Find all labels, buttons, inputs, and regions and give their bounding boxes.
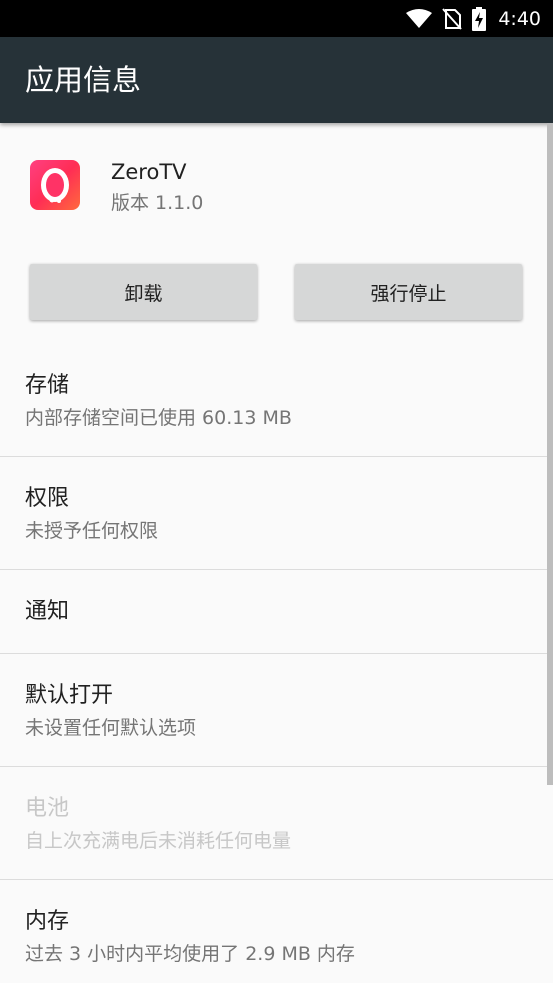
battery-charging-icon — [472, 6, 487, 31]
open-by-default-subtitle: 未设置任何默认选项 — [25, 717, 197, 739]
storage-subtitle: 内部存储空间已使用 60.13 MB — [25, 407, 292, 429]
page-title: 应用信息 — [25, 63, 142, 97]
memory-item[interactable]: 内存 过去 3 小时内平均使用了 2.9 MB 内存 — [0, 880, 553, 983]
app-header: ZeroTV 版本 1.1.0 卸载 强行停止 — [0, 123, 553, 320]
app-bar: 应用信息 — [0, 37, 553, 123]
wifi-icon — [406, 8, 433, 29]
uninstall-button[interactable]: 卸载 — [30, 264, 257, 320]
scrollbar[interactable] — [547, 123, 553, 785]
storage-item[interactable]: 存储 内部存储空间已使用 60.13 MB — [0, 343, 553, 457]
status-icons: 4:40 — [406, 0, 541, 37]
notifications-title: 通知 — [25, 599, 70, 624]
storage-title: 存储 — [25, 373, 70, 398]
notifications-item[interactable]: 通知 — [0, 570, 553, 654]
open-by-default-item[interactable]: 默认打开 未设置任何默认选项 — [0, 654, 553, 767]
app-version: 版本 1.1.0 — [111, 192, 204, 214]
battery-subtitle: 自上次充满电后未消耗任何电量 — [25, 830, 292, 852]
app-name: ZeroTV — [111, 160, 187, 184]
permissions-title: 权限 — [25, 486, 70, 511]
status-clock: 4:40 — [498, 7, 541, 30]
permissions-subtitle: 未授予任何权限 — [25, 520, 159, 542]
open-by-default-title: 默认打开 — [25, 683, 114, 708]
memory-title: 内存 — [25, 909, 70, 934]
no-sim-icon — [442, 7, 463, 30]
zerotv-app-icon — [30, 160, 80, 210]
permissions-item[interactable]: 权限 未授予任何权限 — [0, 457, 553, 570]
battery-item: 电池 自上次充满电后未消耗任何电量 — [0, 767, 553, 880]
content: ZeroTV 版本 1.1.0 卸载 强行停止 存储 内部存储空间已使用 60.… — [0, 123, 553, 983]
force-stop-button[interactable]: 强行停止 — [295, 264, 522, 320]
status-bar: 4:40 — [0, 0, 553, 37]
battery-title: 电池 — [25, 796, 70, 821]
memory-subtitle: 过去 3 小时内平均使用了 2.9 MB 内存 — [25, 943, 355, 965]
